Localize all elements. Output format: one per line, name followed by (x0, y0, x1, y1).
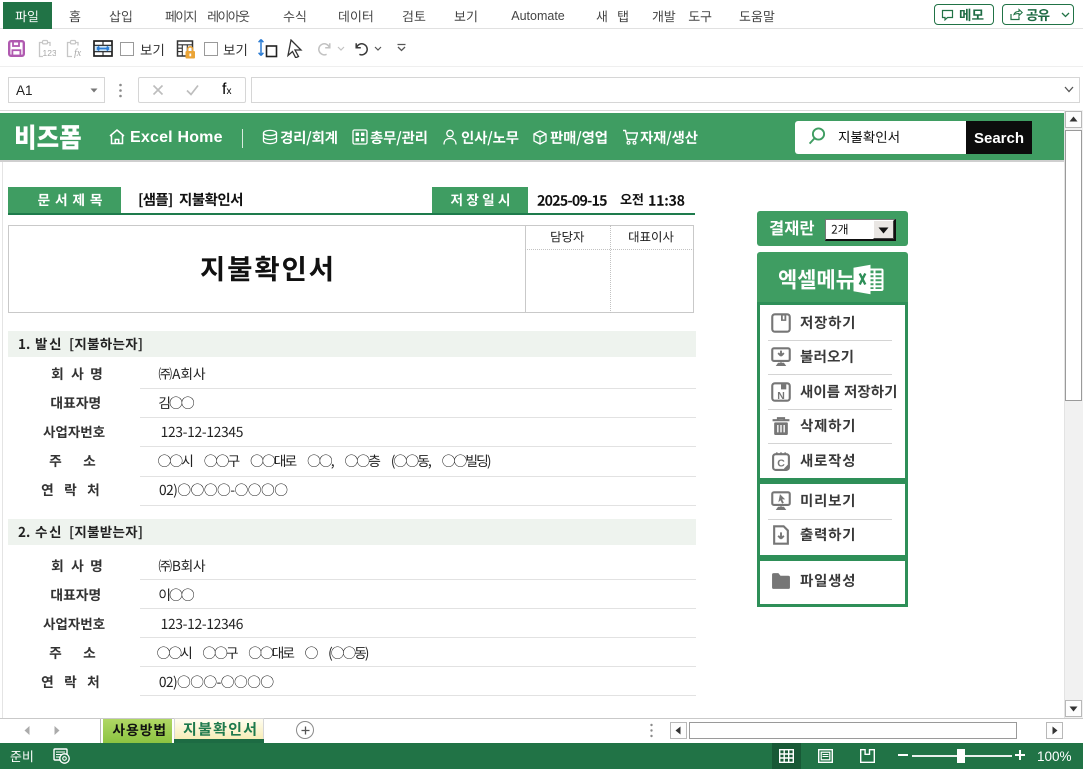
svg-text:123: 123 (43, 48, 57, 58)
svg-text:fx: fx (74, 48, 82, 58)
svg-text:N: N (777, 390, 785, 402)
svg-text:C: C (777, 457, 785, 469)
